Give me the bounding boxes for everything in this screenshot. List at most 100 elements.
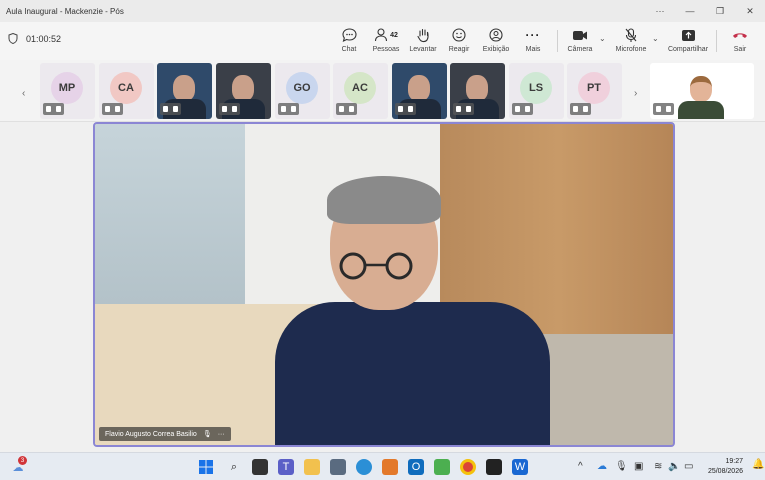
people-label: Pessoas (372, 46, 400, 53)
battery-icon[interactable]: ▭ (684, 461, 693, 472)
share-button[interactable]: Compartilhar (666, 26, 710, 53)
participant-tile[interactable] (157, 63, 212, 119)
people-icon (375, 28, 388, 42)
mic-muted-icon (115, 106, 120, 112)
more-options-icon[interactable]: ··· (645, 6, 675, 16)
photos-icon[interactable] (434, 459, 450, 475)
participant-tile[interactable]: LS (509, 63, 564, 119)
pin-icon (515, 106, 520, 112)
pin-icon (398, 106, 403, 112)
pin-icon (105, 106, 110, 112)
main-video-stage[interactable]: Flavio Augusto Correa Basilio 🎙 ··· (93, 122, 675, 447)
shield-icon (8, 33, 18, 44)
emoji-icon (452, 28, 466, 42)
mic-muted-icon (291, 106, 296, 112)
participant-video-face (173, 75, 195, 101)
close-button[interactable]: ✕ (735, 6, 765, 17)
pin-icon (281, 106, 286, 112)
notifications-icon[interactable]: 🔔 (752, 459, 764, 470)
participant-tile[interactable]: AC (333, 63, 388, 119)
mic-muted-icon (56, 106, 61, 112)
restore-button[interactable]: ❐ (705, 6, 735, 17)
leave-button[interactable]: Sair (718, 26, 762, 53)
meeting-toolbar: 01:00:52 Chat 42 Pessoas Levantar Reagir… (0, 22, 765, 60)
participant-tile[interactable]: GO (275, 63, 330, 119)
mic-tray-icon[interactable]: 🎙 (615, 461, 628, 472)
start-button[interactable] (198, 459, 214, 475)
outlook-icon[interactable]: O (408, 459, 424, 475)
tray-overflow-chevron-icon[interactable]: ^ (578, 461, 583, 472)
window-controls: ··· — ❐ ✕ (645, 0, 765, 22)
volume-icon[interactable]: 🔈 (668, 461, 680, 472)
participant-video-face (408, 75, 430, 101)
window-title: Aula Inaugural - Mackenzie - Pós (6, 6, 124, 16)
view-label: Exibição (482, 46, 510, 53)
camera-tray-icon[interactable]: ▣ (634, 461, 643, 472)
participant-tile[interactable]: PT (567, 63, 622, 119)
pin-icon (163, 106, 168, 112)
teams-icon[interactable]: T (278, 459, 294, 475)
search-icon[interactable]: ⌕ (226, 459, 242, 475)
participant-tile[interactable] (450, 63, 505, 119)
sticky-notes-icon[interactable] (486, 459, 502, 475)
mic-muted-icon: 🎙 (202, 431, 212, 438)
prev-page-chevron-icon[interactable]: ‹ (22, 88, 25, 99)
task-view-icon[interactable] (252, 459, 268, 475)
participant-tile[interactable]: MP (40, 63, 95, 119)
next-page-chevron-icon[interactable]: › (634, 88, 637, 99)
pin-icon (46, 106, 51, 112)
system-clock[interactable]: 19:27 25/08/2026 (708, 457, 743, 477)
timer-text: 01:00:52 (26, 33, 62, 44)
speaker-more-icon[interactable]: ··· (218, 431, 225, 438)
paint-icon[interactable] (382, 459, 398, 475)
camera-button[interactable]: Câmera (558, 26, 602, 53)
word-icon[interactable]: W (512, 459, 528, 475)
title-bar: Aula Inaugural - Mackenzie - Pós ··· — ❐… (0, 0, 765, 22)
calculator-icon[interactable] (330, 459, 346, 475)
participant-status-icons (102, 103, 123, 115)
share-icon (681, 29, 695, 41)
self-view-tile[interactable] (650, 63, 754, 119)
participant-strip: ‹ MP CA GO AC LS PT › (0, 60, 765, 122)
react-label: Reagir (448, 46, 470, 53)
mic-button[interactable]: Microfone (609, 26, 653, 53)
clock-date: 25/08/2026 (707, 468, 743, 475)
more-icon: ··· (525, 28, 541, 42)
minimize-button[interactable]: — (675, 6, 705, 16)
mic-muted-icon (583, 106, 588, 112)
more-button[interactable]: ··· Mais (511, 26, 555, 53)
chat-label: Chat (341, 46, 357, 53)
mic-options-chevron-icon[interactable]: ⌄ (652, 34, 659, 43)
mic-muted-icon (232, 106, 237, 112)
file-explorer-icon[interactable] (304, 459, 320, 475)
chat-icon (341, 28, 357, 42)
participant-avatar: AC (344, 72, 376, 104)
participant-status-icons (278, 103, 299, 115)
participant-video-face (466, 75, 488, 101)
onedrive-icon[interactable]: ☁ (597, 461, 607, 472)
participant-avatar: GO (286, 72, 318, 104)
participant-tile[interactable] (392, 63, 447, 119)
clock-time: 19:27 (725, 458, 743, 465)
pin-icon (573, 106, 578, 112)
mic-muted-icon (525, 106, 530, 112)
camera-label: Câmera (567, 46, 593, 53)
chrome-icon[interactable] (460, 459, 476, 475)
participant-tile[interactable] (216, 63, 271, 119)
notification-badge: 3 (18, 456, 27, 465)
participant-status-icons (336, 103, 357, 115)
view-icon (489, 28, 503, 42)
speaker-name-tag: Flavio Augusto Correa Basilio 🎙 ··· (99, 427, 231, 441)
participant-status-icons (512, 103, 533, 115)
mic-muted-icon (408, 106, 413, 112)
wifi-icon[interactable]: ≋ (654, 461, 662, 472)
camera-options-chevron-icon[interactable]: ⌄ (599, 34, 606, 43)
self-view-person (690, 76, 712, 102)
speaker-glasses (339, 252, 413, 280)
edge-icon[interactable] (356, 459, 372, 475)
participant-status-icons (219, 103, 240, 115)
speaker-name: Flavio Augusto Correa Basilio (105, 430, 197, 438)
participant-tile[interactable]: CA (99, 63, 154, 119)
participant-status-icons (453, 103, 474, 115)
meeting-timer: 01:00:52 (8, 33, 61, 44)
